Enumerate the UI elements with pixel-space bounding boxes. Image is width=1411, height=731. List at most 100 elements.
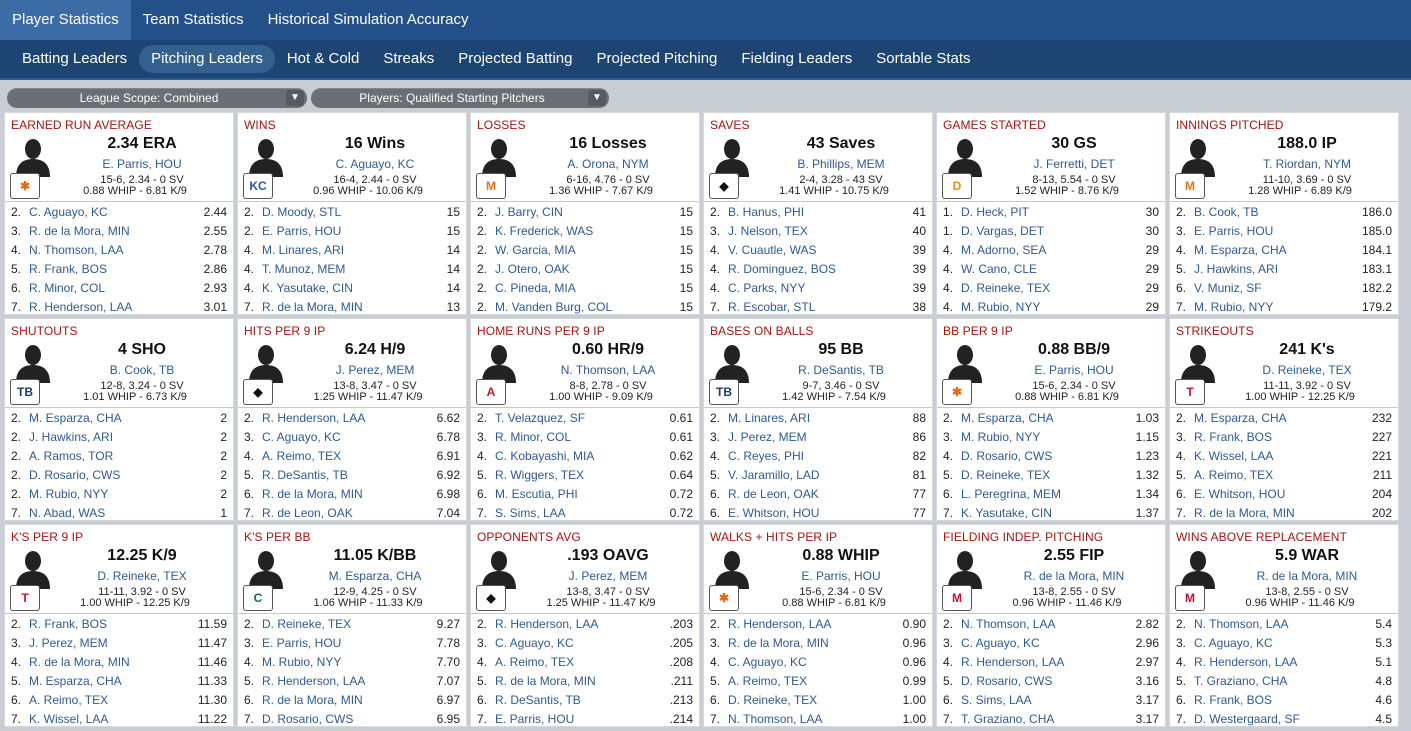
player-name-link[interactable]: D. Reineke, TEX <box>262 617 437 631</box>
player-name-link[interactable]: R. de la Mora, MIN <box>29 655 198 669</box>
player-name-link[interactable]: R. Henderson, LAA <box>29 300 204 314</box>
player-name-link[interactable]: J. Otero, OAK <box>495 262 680 276</box>
player-name-link[interactable]: E. Whitson, HOU <box>728 506 913 520</box>
player-name-link[interactable]: C. Aguayo, KC <box>495 636 670 650</box>
subtab-projected-batting[interactable]: Projected Batting <box>446 45 584 73</box>
player-name-link[interactable]: M. Rubio, NYY <box>1194 300 1362 314</box>
player-name-link[interactable]: R. Henderson, LAA <box>262 674 437 688</box>
player-name-link[interactable]: T. Graziano, CHA <box>961 712 1136 726</box>
players-dropdown[interactable]: Players: Qualified Starting Pitchers ▼ <box>311 88 609 108</box>
player-name-link[interactable]: T. Munoz, MEM <box>262 262 447 276</box>
player-name-link[interactable]: S. Sims, LAA <box>961 693 1136 707</box>
tab-team-statistics[interactable]: Team Statistics <box>131 0 256 40</box>
player-name-link[interactable]: C. Aguayo, KC <box>1194 636 1375 650</box>
player-name-link[interactable]: D. Reineke, TEX <box>961 468 1136 482</box>
player-name-link[interactable]: J. Barry, CIN <box>495 205 680 219</box>
player-name-link[interactable]: V. Cuautle, WAS <box>728 243 913 257</box>
player-name-link[interactable]: M. Esparza, CHA <box>961 411 1136 425</box>
tab-player-statistics[interactable]: Player Statistics <box>0 0 131 40</box>
player-name-link[interactable]: R. Frank, BOS <box>29 617 198 631</box>
player-name-link[interactable]: K. Wissel, LAA <box>29 712 198 726</box>
player-name-link[interactable]: K. Yasutake, CIN <box>961 506 1136 520</box>
player-name-link[interactable]: B. Hanus, PHI <box>728 205 913 219</box>
player-name-link[interactable]: E. Parris, HOU <box>1194 224 1362 238</box>
player-name-link[interactable]: R. Henderson, LAA <box>728 617 903 631</box>
subtab-sortable-stats[interactable]: Sortable Stats <box>864 45 982 73</box>
player-name-link[interactable]: M. Esparza, CHA <box>1194 243 1362 257</box>
player-name-link[interactable]: E. Parris, HOU <box>262 636 437 650</box>
leader-name-link[interactable]: D. Reineke, TEX <box>55 569 229 583</box>
player-name-link[interactable]: R. Minor, COL <box>495 430 670 444</box>
leader-name-link[interactable]: E. Parris, HOU <box>987 363 1161 377</box>
player-name-link[interactable]: M. Esparza, CHA <box>29 674 198 688</box>
player-name-link[interactable]: R. Frank, BOS <box>1194 693 1375 707</box>
player-name-link[interactable]: E. Whitson, HOU <box>1194 487 1372 501</box>
player-name-link[interactable]: D. Heck, PIT <box>961 205 1146 219</box>
leader-name-link[interactable]: E. Parris, HOU <box>754 569 928 583</box>
leader-name-link[interactable]: T. Riordan, NYM <box>1220 157 1394 171</box>
leader-name-link[interactable]: B. Cook, TB <box>55 363 229 377</box>
subtab-projected-pitching[interactable]: Projected Pitching <box>584 45 729 73</box>
player-name-link[interactable]: A. Reimo, TEX <box>29 693 198 707</box>
player-name-link[interactable]: R. de la Mora, MIN <box>29 224 204 238</box>
player-name-link[interactable]: R. DeSantis, TB <box>262 468 437 482</box>
player-name-link[interactable]: R. Escobar, STL <box>728 300 913 314</box>
leader-name-link[interactable]: R. de la Mora, MIN <box>987 569 1161 583</box>
league-scope-dropdown[interactable]: League Scope: Combined ▼ <box>7 88 307 108</box>
player-name-link[interactable]: W. Garcia, MIA <box>495 243 680 257</box>
player-name-link[interactable]: D. Rosario, CWS <box>29 468 220 482</box>
player-name-link[interactable]: L. Peregrina, MEM <box>961 487 1136 501</box>
player-name-link[interactable]: A. Reimo, TEX <box>1194 468 1373 482</box>
player-name-link[interactable]: R. Frank, BOS <box>29 262 204 276</box>
player-name-link[interactable]: C. Parks, NYY <box>728 281 913 295</box>
leader-name-link[interactable]: B. Phillips, MEM <box>754 157 928 171</box>
player-name-link[interactable]: R. de la Mora, MIN <box>262 300 447 314</box>
player-name-link[interactable]: S. Sims, LAA <box>495 506 670 520</box>
player-name-link[interactable]: C. Aguayo, KC <box>29 205 204 219</box>
player-name-link[interactable]: J. Perez, MEM <box>29 636 198 650</box>
player-name-link[interactable]: C. Reyes, PHI <box>728 449 913 463</box>
player-name-link[interactable]: D. Rosario, CWS <box>262 712 437 726</box>
leader-name-link[interactable]: J. Perez, MEM <box>521 569 695 583</box>
leader-name-link[interactable]: D. Reineke, TEX <box>1220 363 1394 377</box>
player-name-link[interactable]: R. de la Mora, MIN <box>728 636 903 650</box>
player-name-link[interactable]: D. Reineke, TEX <box>728 693 903 707</box>
player-name-link[interactable]: A. Reimo, TEX <box>495 655 670 669</box>
player-name-link[interactable]: E. Parris, HOU <box>495 712 670 726</box>
player-name-link[interactable]: M. Linares, ARI <box>262 243 447 257</box>
leader-name-link[interactable]: N. Thomson, LAA <box>521 363 695 377</box>
player-name-link[interactable]: D. Westergaard, SF <box>1194 712 1375 726</box>
player-name-link[interactable]: M. Vanden Burg, COL <box>495 300 680 314</box>
player-name-link[interactable]: V. Jaramillo, LAD <box>728 468 913 482</box>
player-name-link[interactable]: R. Frank, BOS <box>1194 430 1372 444</box>
player-name-link[interactable]: V. Muniz, SF <box>1194 281 1362 295</box>
player-name-link[interactable]: K. Wissel, LAA <box>1194 449 1372 463</box>
player-name-link[interactable]: R. Henderson, LAA <box>262 411 437 425</box>
leader-name-link[interactable]: E. Parris, HOU <box>55 157 229 171</box>
player-name-link[interactable]: D. Moody, STL <box>262 205 447 219</box>
player-name-link[interactable]: R. de la Mora, MIN <box>262 693 437 707</box>
player-name-link[interactable]: R. Henderson, LAA <box>495 617 670 631</box>
player-name-link[interactable]: N. Thomson, LAA <box>728 712 903 726</box>
player-name-link[interactable]: R. de la Mora, MIN <box>495 674 671 688</box>
player-name-link[interactable]: K. Yasutake, CIN <box>262 281 447 295</box>
player-name-link[interactable]: C. Aguayo, KC <box>728 655 903 669</box>
subtab-hot-cold[interactable]: Hot & Cold <box>275 45 372 73</box>
leader-name-link[interactable]: C. Aguayo, KC <box>288 157 462 171</box>
player-name-link[interactable]: C. Pineda, MIA <box>495 281 680 295</box>
player-name-link[interactable]: N. Thomson, LAA <box>1194 617 1375 631</box>
player-name-link[interactable]: M. Rubio, NYY <box>29 487 220 501</box>
player-name-link[interactable]: D. Vargas, DET <box>961 224 1146 238</box>
player-name-link[interactable]: K. Frederick, WAS <box>495 224 680 238</box>
player-name-link[interactable]: D. Reineke, TEX <box>961 281 1146 295</box>
subtab-fielding-leaders[interactable]: Fielding Leaders <box>729 45 864 73</box>
player-name-link[interactable]: N. Thomson, LAA <box>961 617 1136 631</box>
player-name-link[interactable]: M. Linares, ARI <box>728 411 913 425</box>
player-name-link[interactable]: M. Esparza, CHA <box>1194 411 1372 425</box>
leader-name-link[interactable]: R. de la Mora, MIN <box>1220 569 1394 583</box>
player-name-link[interactable]: M. Esparza, CHA <box>29 411 220 425</box>
subtab-pitching-leaders[interactable]: Pitching Leaders <box>139 45 275 73</box>
subtab-streaks[interactable]: Streaks <box>371 45 446 73</box>
player-name-link[interactable]: T. Velazquez, SF <box>495 411 670 425</box>
player-name-link[interactable]: N. Abad, WAS <box>29 506 220 520</box>
